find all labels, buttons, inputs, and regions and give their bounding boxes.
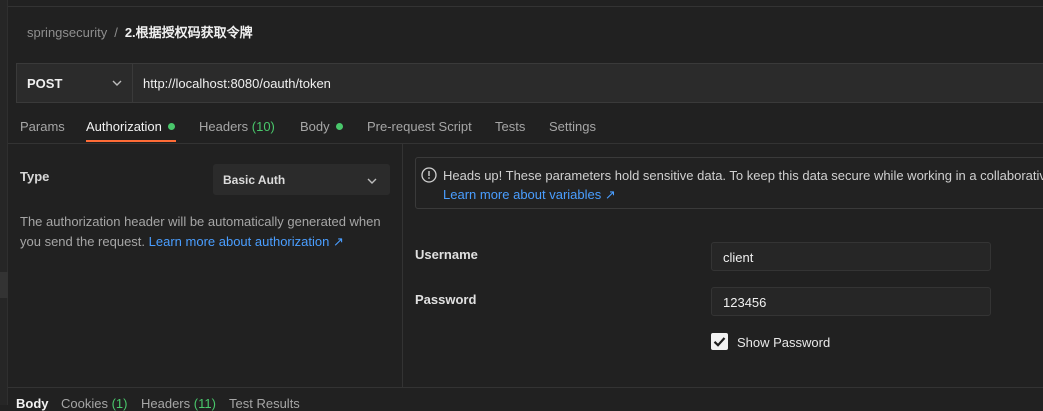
tab-body[interactable]: Body <box>300 119 343 134</box>
tab-settings[interactable]: Settings <box>549 119 596 134</box>
body-indicator-dot <box>335 123 343 130</box>
breadcrumb-separator: / <box>114 25 118 40</box>
auth-description: The authorization header will be automat… <box>20 212 390 252</box>
auth-type-label: Type <box>20 169 50 184</box>
show-password-label: Show Password <box>737 335 831 350</box>
username-label: Username <box>415 247 478 262</box>
breadcrumb-request-name[interactable]: 2.根据授权码获取令牌 <box>125 25 253 40</box>
left-sidebar-strip <box>0 0 8 405</box>
tab-label: Pre-request Script <box>367 119 472 134</box>
checkmark-icon <box>713 337 726 347</box>
tab-headers[interactable]: Headers (10) <box>199 119 275 134</box>
tab-label: Headers <box>141 396 191 411</box>
chevron-down-icon <box>112 80 122 86</box>
breadcrumb: springsecurity / 2.根据授权码获取令牌 <box>27 22 253 41</box>
auth-type-value: Basic Auth <box>223 173 286 187</box>
tab-label: Test Results <box>229 396 300 411</box>
sensitive-data-notice: Heads up! These parameters hold sensitiv… <box>415 157 1043 209</box>
learn-more-variables-link[interactable]: Learn more about variables ↗ <box>443 187 616 203</box>
top-divider <box>8 6 1043 7</box>
password-input[interactable]: 123456 <box>711 287 991 316</box>
tab-authorization[interactable]: Authorization <box>86 119 175 134</box>
tab-params[interactable]: Params <box>20 119 65 134</box>
password-label: Password <box>415 292 477 307</box>
tabs-divider <box>8 143 1043 144</box>
tab-count: (10) <box>251 119 275 134</box>
tab-label: Cookies <box>61 396 108 411</box>
response-tab-test-results[interactable]: Test Results <box>229 396 300 411</box>
url-input[interactable]: http://localhost:8080/oauth/token <box>143 76 331 91</box>
info-icon <box>421 167 437 183</box>
method-label: POST <box>27 76 63 91</box>
request-url-bar: POST http://localhost:8080/oauth/token <box>16 63 1043 103</box>
tab-label: Body <box>16 396 49 411</box>
active-tab-underline <box>86 140 176 142</box>
tab-label: Headers <box>199 119 249 134</box>
notice-text: Heads up! These parameters hold sensitiv… <box>443 168 1043 183</box>
tab-label: Body <box>300 119 330 134</box>
tab-count: (1) <box>111 396 128 411</box>
tab-label: Params <box>20 119 65 134</box>
chevron-down-icon <box>367 178 377 184</box>
tab-label: Authorization <box>86 119 162 134</box>
response-tab-cookies[interactable]: Cookies (1) <box>61 396 127 411</box>
active-indicator-dot <box>167 123 175 130</box>
tab-tests[interactable]: Tests <box>495 119 525 134</box>
breadcrumb-collection[interactable]: springsecurity <box>27 25 107 40</box>
method-select[interactable]: POST <box>17 64 133 102</box>
response-tab-headers[interactable]: Headers (11) <box>141 396 216 411</box>
auth-type-select[interactable]: Basic Auth <box>213 164 390 195</box>
tab-pre-request-script[interactable]: Pre-request Script <box>367 119 472 134</box>
show-password-checkbox[interactable] <box>711 333 728 350</box>
tab-count: (11) <box>193 396 216 411</box>
response-tab-body[interactable]: Body <box>16 396 49 411</box>
username-input[interactable]: client <box>711 242 991 271</box>
tab-label: Tests <box>495 119 526 134</box>
panel-divider <box>402 144 403 388</box>
tab-label: Settings <box>549 119 596 134</box>
learn-more-authorization-link[interactable]: Learn more about authorization ↗ <box>149 234 344 249</box>
sidebar-resize-handle[interactable] <box>0 272 8 298</box>
response-divider <box>8 387 1043 388</box>
